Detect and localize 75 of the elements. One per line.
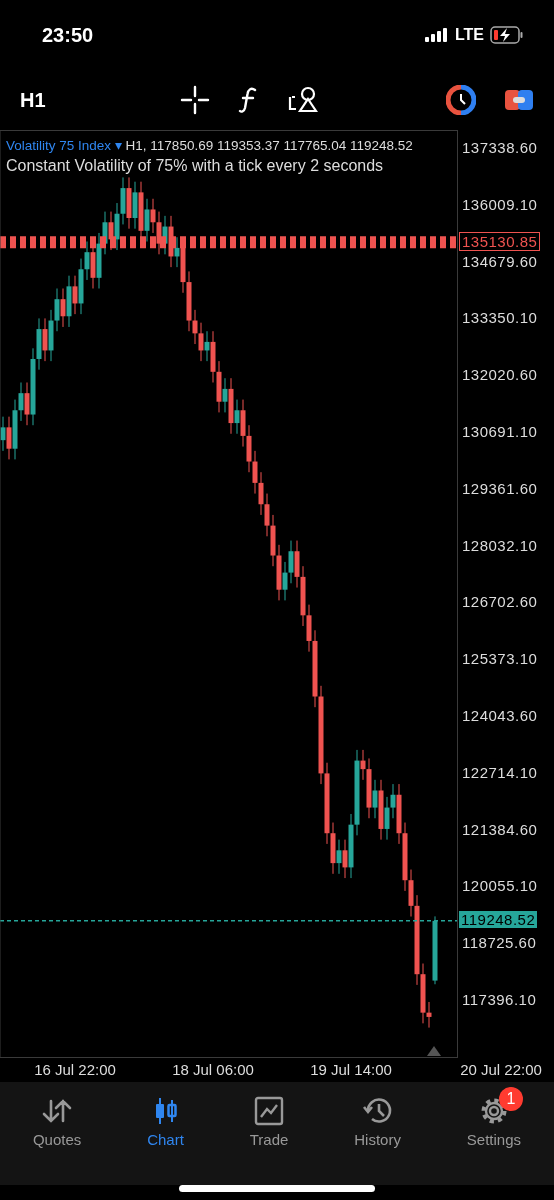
candlestick <box>426 1001 432 1029</box>
price-label: 136009.10 <box>462 195 538 213</box>
crosshair-icon[interactable] <box>180 85 210 115</box>
candlestick <box>6 416 12 460</box>
price-label: 121384.60 <box>462 820 538 838</box>
price-label: 126702.60 <box>462 593 538 611</box>
candlestick-icon <box>153 1097 178 1125</box>
price-label: 120055.10 <box>462 877 538 895</box>
tab[interactable]: History <box>350 1086 405 1150</box>
candlestick <box>72 275 78 315</box>
candlestick <box>384 796 390 841</box>
symbol-selector[interactable]: Volatility 75 Index ▾ <box>6 138 122 153</box>
candlestick <box>174 236 180 268</box>
candlestick <box>18 381 24 422</box>
arrows-icon <box>41 1097 74 1125</box>
clock-icon[interactable] <box>446 85 476 115</box>
current-price-tag: 119248.52 <box>459 910 538 928</box>
candlestick <box>204 330 210 362</box>
candlestick <box>372 779 378 819</box>
time-label: 19 Jul 14:00 <box>310 1061 392 1078</box>
notification-badge: 1 <box>498 1087 523 1111</box>
candlestick <box>0 416 6 452</box>
candlestick <box>342 839 348 879</box>
ohlc-values: H1, 117850.69 119353.37 117765.04 119248.52 <box>125 138 413 153</box>
tab[interactable]: Quotes <box>28 1086 86 1150</box>
chart-frame[interactable]: Volatility 75 Index ▾ H1, 117850.69 119353.37 117765.04 119248.52 Constant Volatility of 75% with a tick every 2 seconds <box>0 130 458 1058</box>
order-price-tag: 135130.85 <box>459 232 541 252</box>
line-chart-icon <box>254 1096 285 1126</box>
candlestick <box>42 317 48 362</box>
timeframe-button[interactable]: H1 <box>20 88 180 112</box>
candlestick <box>234 399 240 435</box>
tab[interactable]: Chart <box>143 1086 188 1150</box>
candlestick <box>192 309 198 345</box>
candlestick <box>360 749 366 781</box>
candlestick <box>390 783 396 819</box>
price-label: 117396.10 <box>462 991 537 1008</box>
price-label: 129361.60 <box>462 479 538 497</box>
shapes-icon[interactable] <box>288 85 318 115</box>
network-label: LTE <box>454 26 484 44</box>
time-label: 16 Jul 22:00 <box>34 1061 116 1078</box>
candlestick <box>150 198 156 234</box>
candlestick <box>60 288 66 328</box>
price-label: 125373.10 <box>462 650 538 668</box>
price-label: 132020.60 <box>462 366 538 384</box>
marker-icon <box>427 1046 441 1056</box>
candlestick <box>198 322 204 362</box>
candlestick <box>222 377 228 413</box>
candlestick <box>282 561 288 601</box>
symbol-description: Constant Volatility of 75% with a tick every 2 seconds <box>6 157 385 175</box>
price-label: 118725.60 <box>462 934 537 952</box>
candlestick <box>258 471 264 516</box>
price-label: 130691.10 <box>462 423 538 440</box>
history-icon <box>361 1096 394 1126</box>
battery-charging-icon <box>490 26 524 44</box>
candlestick <box>252 450 258 495</box>
candlestick <box>336 839 342 875</box>
tab[interactable]: Trade <box>245 1086 293 1150</box>
time-label: 18 Jul 06:00 <box>172 1061 254 1078</box>
tab[interactable]: 1 Settings <box>462 1086 525 1150</box>
candlestick <box>54 288 60 332</box>
trade-toggle-icon[interactable] <box>504 87 534 113</box>
price-label: 133350.10 <box>462 309 538 327</box>
time-label: 20 Jul 22:00 <box>460 1061 542 1078</box>
status-time: 23:50 <box>42 23 94 47</box>
candlestick <box>264 493 270 537</box>
price-label: 137338.60 <box>462 139 538 156</box>
candlestick <box>288 540 294 584</box>
price-label: 128032.10 <box>462 536 538 554</box>
candlestick <box>24 381 30 426</box>
price-label: 122714.10 <box>462 763 538 781</box>
price-label: 134679.60 <box>462 252 538 270</box>
signal-icon <box>424 28 449 42</box>
price-label: 124043.60 <box>462 707 538 724</box>
candlestick <box>84 241 90 281</box>
candlestick <box>144 198 150 242</box>
